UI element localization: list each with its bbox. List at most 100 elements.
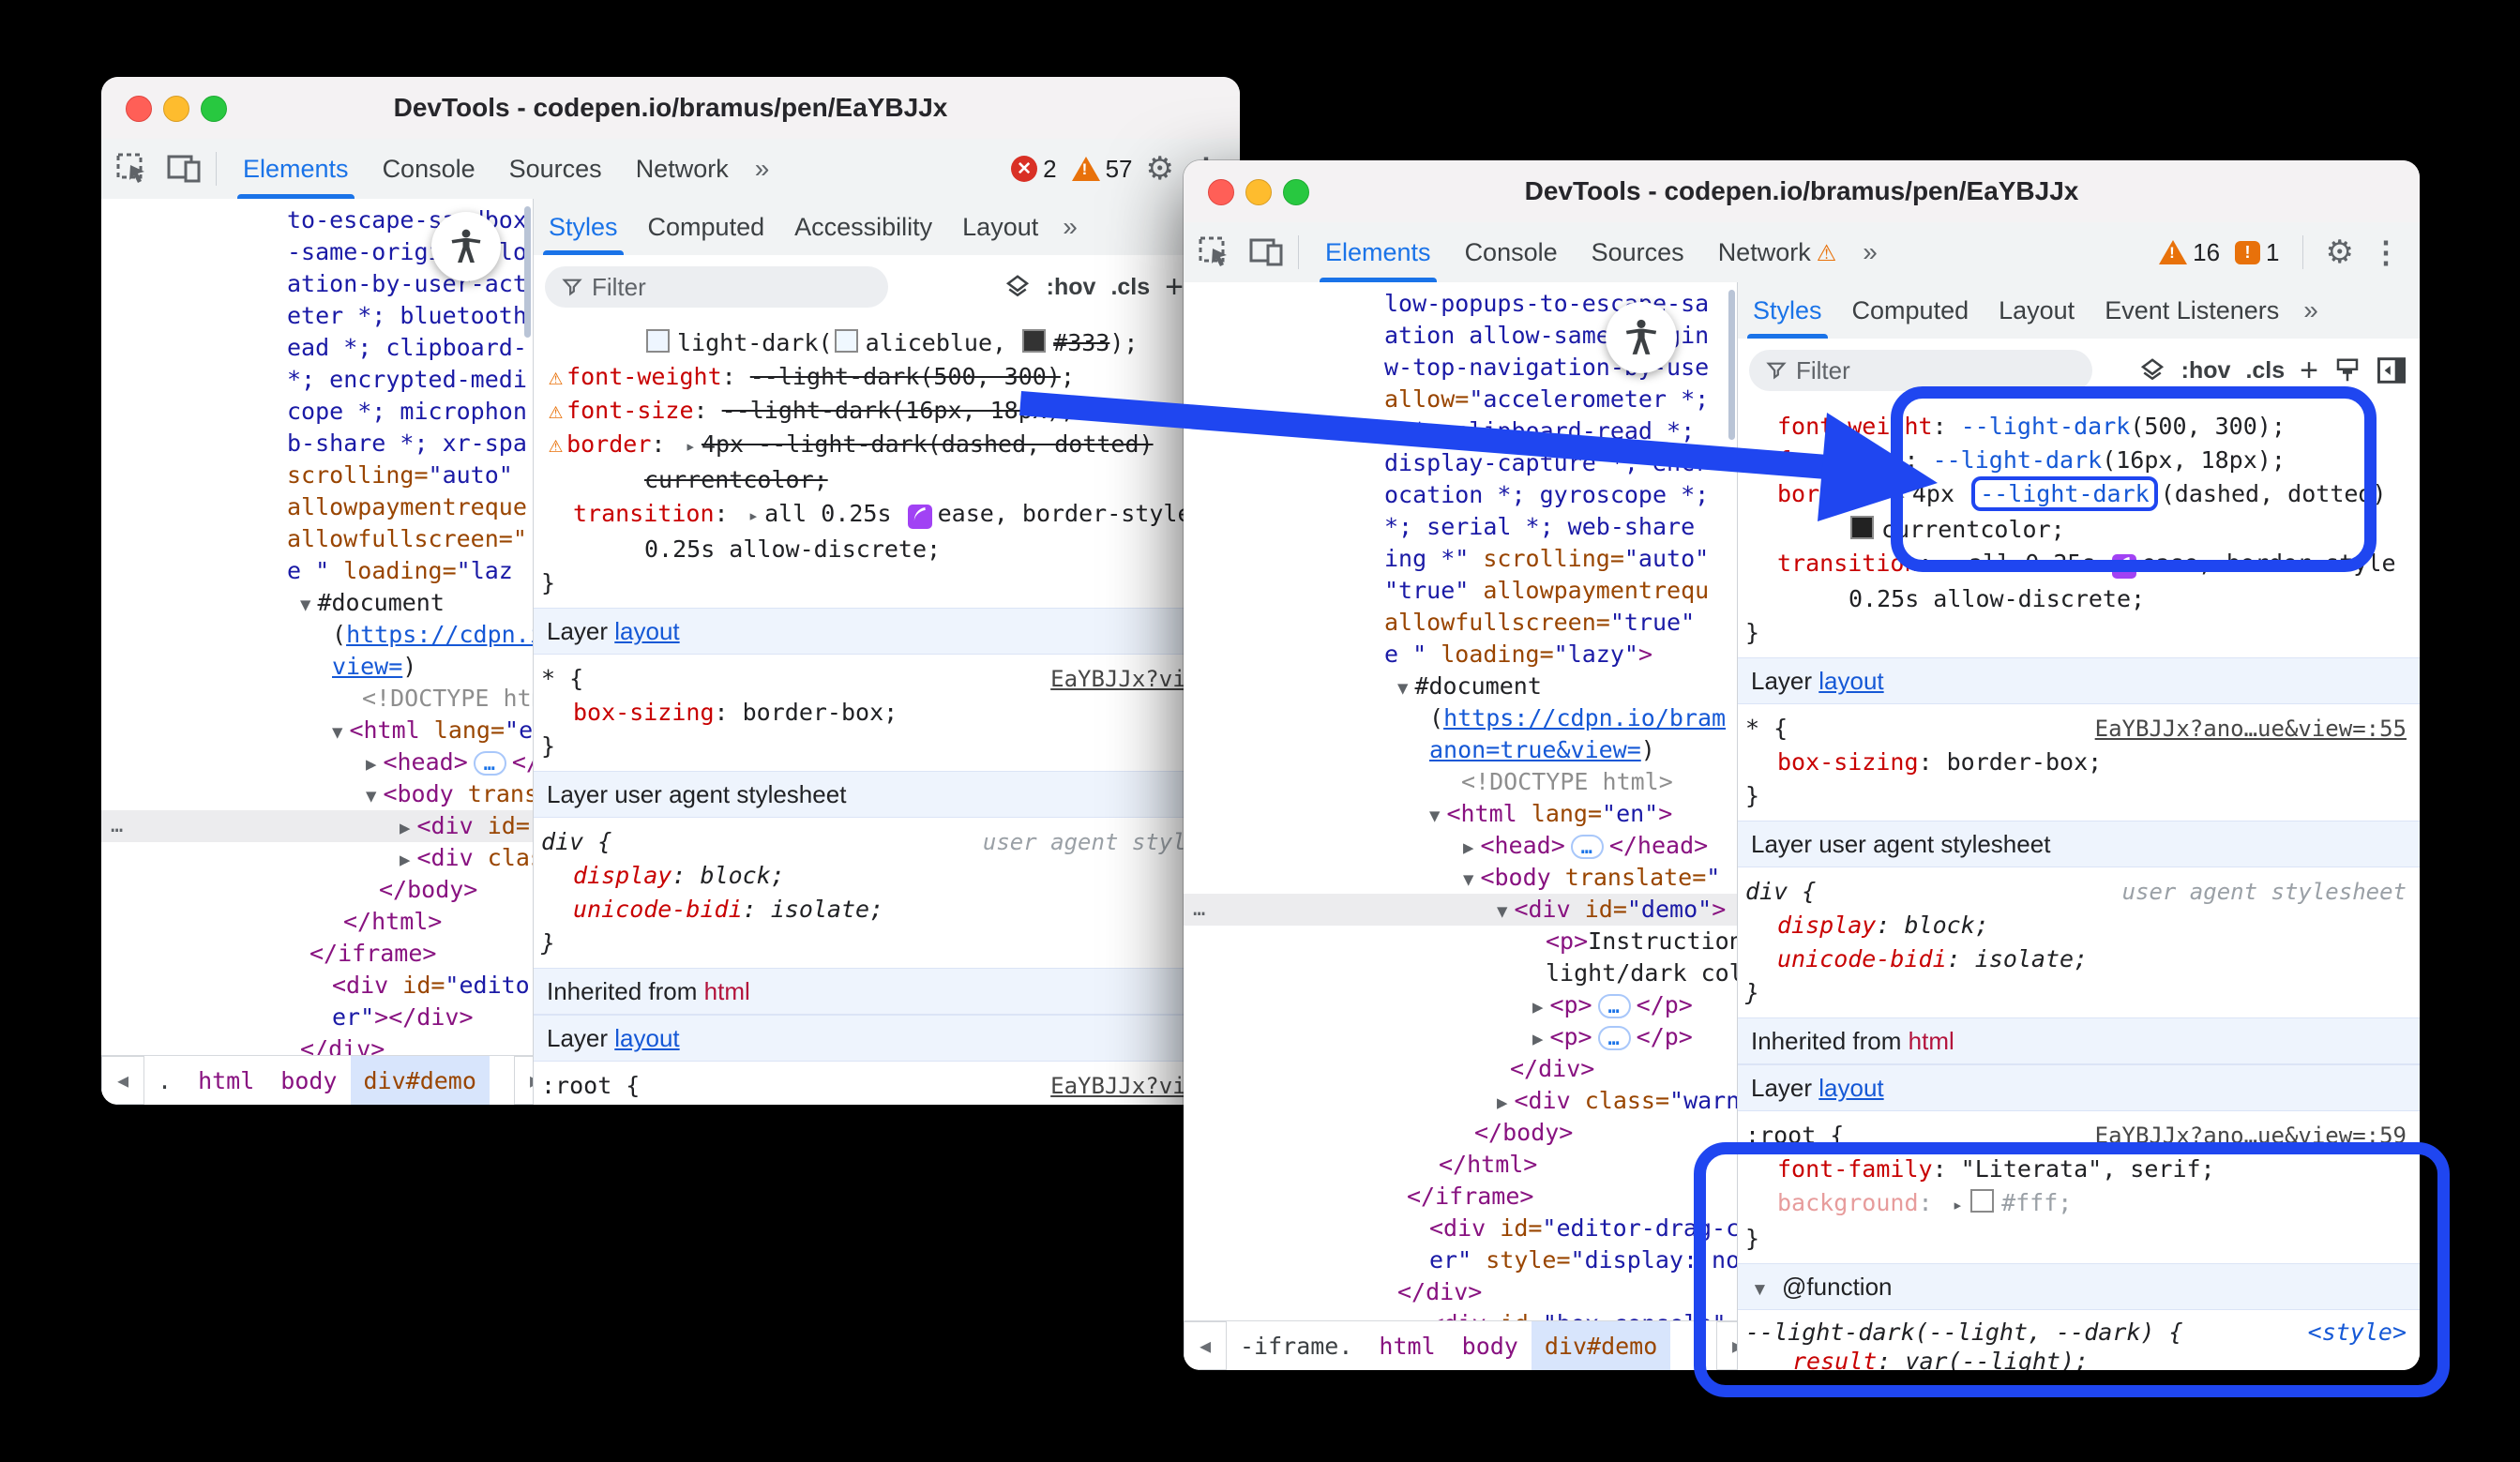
dom-tree-row[interactable]: <div id="editor-drag-co [1184, 1213, 1737, 1244]
breadcrumb-item[interactable]: body [1449, 1321, 1532, 1370]
breadcrumb-back-button[interactable]: ◀ [101, 1056, 144, 1105]
dom-tree-row[interactable]: </iframe> [101, 938, 533, 970]
style-declaration-line[interactable]: } [534, 566, 1240, 600]
dom-tree-row[interactable]: ▼#document [1184, 671, 1737, 702]
dom-tree-row[interactable]: a *; clipboard-read *; [1184, 415, 1737, 447]
bezier-editor-icon[interactable] [908, 505, 932, 529]
sidebar-tab-styles[interactable]: Styles [534, 199, 633, 255]
dom-tree-row[interactable]: </div> [101, 1033, 533, 1056]
style-declaration-line[interactable]: :root {EaYBJJx?view= [534, 1069, 1240, 1103]
dom-tree-row[interactable]: ▶<p>…</p> [1184, 1021, 1737, 1053]
sidebar-more-tabs-chevron[interactable]: » [2294, 295, 2328, 325]
style-declaration-line[interactable]: unicode-bidi: isolate; [534, 893, 1240, 927]
style-declaration-line[interactable]: } [534, 730, 1240, 763]
dom-tree-row[interactable]: ▼<html lang="e [101, 715, 533, 746]
dom-tree-row[interactable]: (https://cdpn.i [101, 619, 533, 651]
style-declaration-line[interactable]: font-family: "Literata", serif; [1738, 1153, 2420, 1186]
dom-tree-row[interactable]: ation-by-user-act [101, 268, 533, 300]
dom-tree-row[interactable]: er"></div> [101, 1002, 533, 1033]
tab-console[interactable]: Console [366, 139, 492, 199]
console-badges[interactable]: ✕2 57 [1011, 155, 1132, 184]
dom-tree-row[interactable]: allowpaymentreque [101, 491, 533, 523]
filter-input[interactable]: Filter [545, 266, 888, 308]
style-declaration-line[interactable]: 0.25s allow-discrete; [1738, 582, 2420, 616]
dom-tree-row[interactable]: e " loading="laz [101, 555, 533, 587]
dom-tree-row[interactable]: cope *; microphon [101, 396, 533, 428]
style-declaration-line[interactable]: } [1738, 1222, 2420, 1256]
breadcrumb-item[interactable]: . [144, 1056, 185, 1105]
dom-tree-row[interactable]: view=) [101, 651, 533, 683]
toggle-hov-button[interactable]: :hov [2181, 357, 2231, 384]
dom-tree-row[interactable]: ▶<div clas [101, 842, 533, 874]
dom-tree-row[interactable]: ▶<head>…</ [101, 746, 533, 778]
toggle-hov-button[interactable]: :hov [1047, 274, 1096, 301]
dom-tree-row[interactable]: allowfullscreen="true" [1184, 607, 1737, 639]
dom-tree-row[interactable]: <p>Instruction [1184, 926, 1737, 957]
dock-sidebar-icon[interactable] [2377, 356, 2407, 384]
row-overflow-menu[interactable]: … [111, 810, 125, 842]
style-declaration-line[interactable]: * {EaYBJJx?view= [534, 662, 1240, 696]
more-tabs-chevron[interactable]: » [1853, 237, 1887, 267]
breadcrumb-item[interactable]: html [1366, 1321, 1448, 1370]
style-declaration-line[interactable]: div {user agent stylesheet [1738, 875, 2420, 909]
tab-sources[interactable]: Sources [1575, 222, 1701, 282]
dom-tree-row[interactable]: <!DOCTYPE htm [101, 683, 533, 715]
kebab-menu-icon[interactable]: ⋮ [2367, 234, 2405, 270]
color-swatch[interactable] [1850, 516, 1874, 539]
dom-tree-row[interactable]: </iframe> [1184, 1181, 1737, 1213]
more-tabs-chevron[interactable]: » [746, 154, 779, 184]
dom-scrollbar[interactable] [1728, 290, 1735, 440]
style-declaration-line[interactable]: currentcolor; [534, 463, 1240, 497]
style-declaration-line[interactable]: ⚠border: ▸4px --light-dark(dashed, dotte… [534, 428, 1240, 463]
style-declaration-line[interactable]: box-sizing: border-box; [534, 696, 1240, 730]
dom-tree-row[interactable]: </body> [1184, 1117, 1737, 1149]
breadcrumb-back-button[interactable]: ◀ [1184, 1321, 1227, 1370]
dom-tree-row[interactable]: …▶<div id=" [101, 810, 533, 842]
dom-tree-row[interactable]: ▼<body trans [101, 778, 533, 810]
sidebar-more-tabs-chevron[interactable]: » [1053, 212, 1087, 242]
style-declaration-line[interactable]: } [1738, 976, 2420, 1010]
tab-console[interactable]: Console [1448, 222, 1575, 282]
settings-gear-icon[interactable]: ⚙ [1146, 150, 1174, 188]
style-declaration-line[interactable]: unicode-bidi: isolate; [1738, 942, 2420, 976]
dom-tree-row[interactable]: allowfullscreen=" [101, 523, 533, 555]
style-declaration-line[interactable]: } [1738, 616, 2420, 650]
breadcrumb-item[interactable]: div#demo [1532, 1321, 1670, 1370]
stylesheet-source-link[interactable]: EaYBJJx?ano…ue&view=:55 [2095, 712, 2407, 746]
device-toolbar-icon[interactable] [1245, 231, 1289, 274]
warning-count-badge[interactable]: 57 [1072, 155, 1133, 184]
layer-link[interactable]: layout [614, 617, 679, 645]
tab-elements[interactable]: Elements [226, 139, 366, 199]
style-declaration-line[interactable]: result: var(--light); [1738, 1347, 2420, 1370]
device-toolbar-icon[interactable] [163, 147, 206, 190]
error-count-badge[interactable]: ✕2 [1011, 155, 1056, 184]
dom-tree-row[interactable]: e " loading="lazy"> [1184, 639, 1737, 671]
titlebar[interactable]: DevTools - codepen.io/bramus/pen/EaYBJJx [1184, 160, 2420, 223]
dom-tree-row[interactable]: ▶<head>…</head> [1184, 830, 1737, 862]
bezier-editor-icon[interactable] [2112, 554, 2136, 579]
rendering-brush-icon[interactable] [2333, 356, 2362, 384]
style-declaration-line[interactable]: box-sizing: border-box; [1738, 746, 2420, 779]
toggle-cls-button[interactable]: .cls [2245, 357, 2285, 384]
element-state-icon[interactable] [2138, 356, 2166, 384]
style-declaration-line[interactable]: currentcolor; [1738, 513, 2420, 547]
color-swatch[interactable] [646, 329, 670, 353]
dom-tree-row[interactable]: to-escape-sandbox [101, 204, 533, 236]
sidebar-tab-styles[interactable]: Styles [1738, 282, 1837, 339]
tab-sources[interactable]: Sources [492, 139, 619, 199]
dom-tree-row[interactable]: (https://cdpn.io/bram [1184, 702, 1737, 734]
style-declaration-line[interactable]: div {user agent stylesh [534, 825, 1240, 859]
new-style-rule-button[interactable]: + [1165, 269, 1184, 306]
style-declaration-line[interactable]: display: block; [534, 859, 1240, 893]
filter-input[interactable]: Filter [1749, 350, 2092, 391]
dom-tree-row[interactable]: allow="accelerometer *; [1184, 384, 1737, 415]
style-declaration-line[interactable]: light-dark(aliceblue, #333); [534, 326, 1240, 360]
dom-tree-row[interactable]: ▶<div class="warn [1184, 1085, 1737, 1117]
style-declaration-line[interactable]: } [1738, 779, 2420, 813]
dom-tree-row[interactable]: "true" allowpaymentrequ [1184, 575, 1737, 607]
breadcrumb-item[interactable]: div#demo [351, 1056, 490, 1105]
style-declaration-line[interactable]: 0.25s allow-discrete; [534, 533, 1240, 566]
stylesheet-source-link[interactable]: EaYBJJx?ano…ue&view=:59 [2095, 1119, 2407, 1153]
warning-count-badge[interactable]: 16 [2159, 238, 2220, 267]
sidebar-tab-computed[interactable]: Computed [1837, 282, 1984, 339]
